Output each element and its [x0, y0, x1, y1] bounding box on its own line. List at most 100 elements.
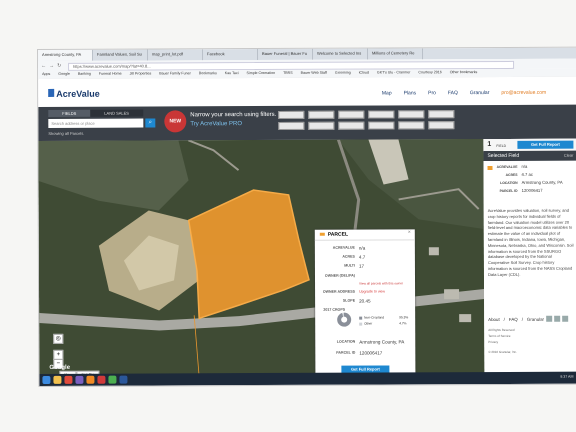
app-icon[interactable]: [86, 375, 95, 384]
nav-plans[interactable]: Plans: [404, 90, 417, 96]
facebook-icon[interactable]: [546, 315, 553, 322]
upgrade-link[interactable]: Upgrade to view: [359, 289, 385, 293]
bookmark[interactable]: Google: [54, 71, 74, 79]
forward-icon[interactable]: →: [49, 63, 54, 69]
clear-button[interactable]: Clear: [564, 151, 574, 161]
row-value: 17: [358, 263, 365, 269]
browser-tab[interactable]: Facebook: [202, 49, 259, 61]
row-label: LOCATION: [336, 339, 356, 344]
bookmark[interactable]: Simple Cremation: [243, 70, 280, 78]
nav-pro[interactable]: Pro: [428, 90, 436, 96]
acrevalue-logo-icon: [48, 88, 55, 97]
app-icon[interactable]: [75, 375, 84, 384]
filter-field[interactable]: [428, 121, 455, 130]
filter-field[interactable]: [428, 110, 455, 119]
nav-faq[interactable]: FAQ: [448, 90, 458, 96]
browser-tab[interactable]: Bauer Funeral | Bauer Fu: [257, 48, 314, 61]
filter-field[interactable]: [308, 110, 335, 119]
row-label: OWNER ADDRESS: [322, 289, 356, 294]
row-label: ACRES: [342, 254, 355, 259]
new-badge: NEW: [164, 110, 187, 133]
popup-title: PARCEL: [314, 229, 415, 241]
word-icon[interactable]: [119, 375, 128, 384]
showing-parcels-text: Showing all Parcels.: [48, 130, 85, 136]
filter-field[interactable]: [368, 110, 395, 119]
owner-link[interactable]: View all parcels with this owner: [359, 281, 403, 285]
bookmark[interactable]: iCloud: [355, 70, 373, 78]
bookmark[interactable]: Other bookmarks: [446, 69, 482, 77]
browser-tab[interactable]: Armstrong County, PA: [38, 49, 94, 61]
popup-title-text: PARCEL: [327, 231, 349, 238]
footer-granular[interactable]: Granular: [527, 317, 544, 322]
close-icon[interactable]: ×: [408, 229, 411, 235]
reload-icon[interactable]: ↻: [57, 63, 61, 69]
bookmark[interactable]: Apps: [38, 71, 54, 79]
filter-field[interactable]: [398, 121, 425, 130]
row-label: ACREVALUE: [332, 245, 355, 250]
tab-land-sales[interactable]: LAND SALES: [90, 109, 143, 117]
windows-taskbar: 9:37 AM: [39, 371, 576, 386]
bookmark[interactable]: Banking: [74, 71, 95, 79]
row-value: 4.7 ac: [521, 171, 533, 177]
row-label: MULTI: [344, 263, 355, 268]
pro-email-link[interactable]: pro@acrevalue.com: [501, 90, 546, 96]
tab-fields[interactable]: FIELDS: [48, 109, 91, 117]
locate-button[interactable]: ◎: [53, 333, 64, 344]
browser-tab[interactable]: Welcome to Selected Ins: [312, 48, 369, 60]
filter-field[interactable]: [338, 110, 365, 119]
browser-tab[interactable]: Farmland Values, Soil Su: [92, 49, 149, 61]
bookmark[interactable]: TBRS: [279, 70, 297, 78]
chrome-icon[interactable]: [108, 375, 117, 384]
privacy-link[interactable]: Privacy: [488, 340, 498, 344]
back-icon[interactable]: ←: [41, 63, 46, 69]
bookmark[interactable]: Courtesy 2016: [414, 69, 445, 77]
bookmark[interactable]: Jill Properties: [126, 70, 156, 78]
filter-field[interactable]: [398, 110, 425, 119]
bookmark[interactable]: Bauer Family Funer: [155, 70, 195, 78]
row-label: PARCEL ID: [336, 350, 356, 355]
bookmark[interactable]: Funeral Home: [95, 71, 126, 79]
swatch: [359, 322, 363, 326]
panel-report-button[interactable]: Get Full Report: [517, 140, 574, 149]
mail-icon[interactable]: [64, 375, 73, 384]
row-label: PARCEL ID: [499, 188, 518, 193]
crop-name: Other: [364, 321, 373, 326]
filter-field[interactable]: [278, 121, 305, 130]
row-label: LOCATION: [500, 180, 518, 185]
row-label: 2017 CROPS: [323, 307, 346, 312]
start-icon[interactable]: [42, 375, 51, 384]
bookmark[interactable]: Bookmarks: [195, 70, 221, 78]
linkedin-icon[interactable]: [562, 315, 569, 322]
row-label: OWNER (DEL/PA): [324, 273, 355, 278]
search-button[interactable]: ⌕: [145, 118, 156, 128]
acrobat-icon[interactable]: [97, 375, 106, 384]
search-tabs: FIELDS LAND SALES: [48, 109, 143, 117]
row-value: 4.7: [358, 254, 366, 260]
bookmark[interactable]: Bauer Web Staff: [297, 70, 331, 78]
try-pro-link[interactable]: Try AcreValue PRO: [190, 121, 242, 127]
bookmark[interactable]: GKT's Ulu - Cranmer: [373, 69, 414, 77]
row-label: ACRES: [505, 172, 518, 177]
nav-granular[interactable]: Granular: [470, 90, 489, 96]
site-logo[interactable]: AcreValue: [56, 89, 100, 99]
filter-field[interactable]: [308, 121, 335, 130]
footer-about[interactable]: About: [488, 317, 500, 322]
footer-faq[interactable]: FAQ: [509, 317, 518, 322]
bookmark[interactable]: Grooming: [331, 70, 355, 78]
flag-icon: [319, 232, 325, 236]
satellite-map[interactable]: ◎ + − Google Map Satellite Map data ©201…: [38, 139, 485, 382]
narrow-search-text: Narrow your search using filters.: [190, 111, 277, 119]
search-input[interactable]: Search address or place: [48, 118, 144, 128]
bookmark[interactable]: Kau Taxi: [221, 70, 243, 78]
explorer-icon[interactable]: [53, 375, 62, 384]
browser-tab[interactable]: Millions of Cemetery Re: [367, 48, 424, 60]
browser-tab[interactable]: map_print_lot.pdf: [147, 49, 204, 61]
nav-map[interactable]: Map: [382, 90, 392, 96]
swatch: [359, 316, 363, 320]
filter-field[interactable]: [338, 121, 365, 130]
twitter-icon[interactable]: [554, 315, 561, 322]
footer-nav: About / FAQ / Granular: [488, 316, 545, 323]
filter-field[interactable]: [278, 110, 305, 119]
filter-field[interactable]: [368, 121, 395, 130]
terms-link[interactable]: Terms of Service: [488, 334, 510, 338]
